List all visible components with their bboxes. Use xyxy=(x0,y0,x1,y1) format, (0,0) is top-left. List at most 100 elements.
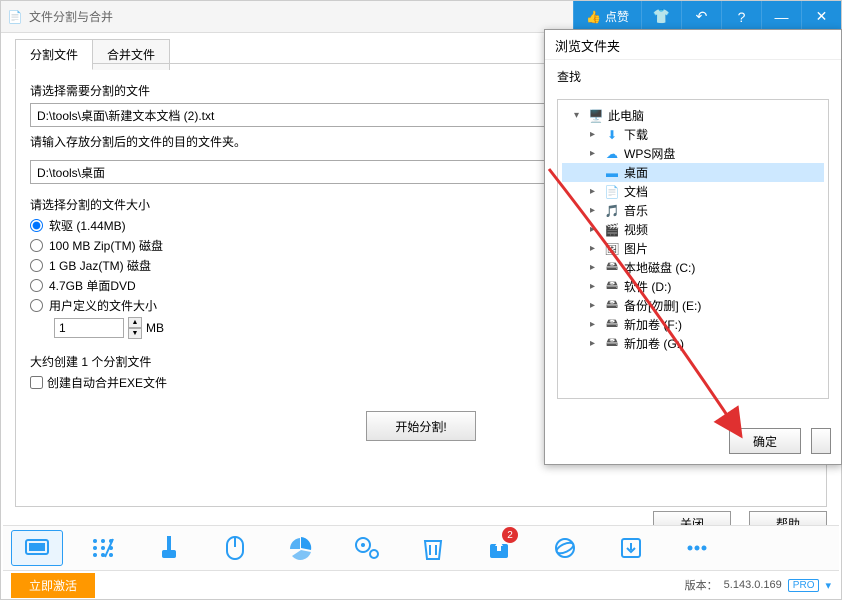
shirt-icon: 👕 xyxy=(653,8,670,25)
tree-item-label: 本地磁盘 (C:) xyxy=(624,259,695,276)
tree-item-label: 图片 xyxy=(624,240,648,257)
folder-type-icon: 🖴 xyxy=(604,279,620,295)
tree-item-label: 新加卷 (G:) xyxy=(624,335,684,352)
caret-icon: ▸ xyxy=(590,205,600,216)
folder-dialog-title: 浏览文件夹 xyxy=(545,30,841,60)
help-icon: ? xyxy=(738,9,746,25)
thumbs-up-icon: 👍 xyxy=(586,10,601,24)
caret-icon: ▸ xyxy=(590,281,600,292)
folder-ok-button[interactable]: 确定 xyxy=(729,428,801,454)
tree-item[interactable]: ▾ 🖥️此电脑 xyxy=(562,106,824,125)
tree-item[interactable]: ▸ 🎵音乐 xyxy=(562,201,824,220)
tree-item[interactable]: ▸ 🎬视频 xyxy=(562,220,824,239)
window-title: 文件分割与合并 xyxy=(29,8,113,25)
app-icon: 📄 xyxy=(7,9,23,25)
tree-item[interactable]: ▸ 🖴软件 (D:) xyxy=(562,277,824,296)
folder-type-icon: ▬ xyxy=(604,165,620,181)
pro-badge: PRO xyxy=(788,579,820,592)
tree-item[interactable]: ▸ ☁WPS网盘 xyxy=(562,144,824,163)
folder-type-icon: ⬇ xyxy=(604,127,620,143)
close-window-button[interactable]: ✕ xyxy=(801,1,841,33)
tree-item[interactable]: ▸ 🖴本地磁盘 (C:) xyxy=(562,258,824,277)
tree-item[interactable]: ▸ 🖼图片 xyxy=(562,239,824,258)
tree-item[interactable]: ▸📄文档 xyxy=(562,182,824,201)
folder-dialog-find-label: 查找 xyxy=(545,60,841,93)
help-titlebar-button[interactable]: ? xyxy=(721,1,761,33)
create-exe-checkbox[interactable] xyxy=(30,376,43,389)
folder-type-icon: ☁ xyxy=(604,146,620,162)
activate-button[interactable]: 立即激活 xyxy=(11,573,95,598)
tree-item-label: 新加卷 (F:) xyxy=(624,316,682,333)
folder-type-icon: 📄 xyxy=(604,184,620,200)
undo-icon: ↶ xyxy=(696,8,708,25)
appbar-gear-icon[interactable] xyxy=(341,530,393,566)
caret-icon: ▸ xyxy=(590,129,600,140)
tab-merge-label: 合并文件 xyxy=(107,48,155,62)
caret-icon: ▸ xyxy=(590,243,600,254)
folder-type-icon: 🖴 xyxy=(604,298,620,314)
footer: 立即激活 版本： 5.143.0.169 PRO ▾ xyxy=(1,571,841,599)
upload-badge: 2 xyxy=(502,527,518,543)
appbar-globe-icon[interactable] xyxy=(539,530,591,566)
size-unit: MB xyxy=(146,321,164,335)
like-button[interactable]: 👍 点赞 xyxy=(573,1,641,33)
folder-type-icon: 🖴 xyxy=(604,336,620,352)
caret-icon: ▸ xyxy=(590,338,600,349)
folder-type-icon: 🖴 xyxy=(604,260,620,276)
tree-item-label: 音乐 xyxy=(624,202,648,219)
tree-item-label: 文档 xyxy=(624,183,648,200)
folder-type-icon: 🎵 xyxy=(604,203,620,219)
caret-icon: ▸ xyxy=(590,262,600,273)
caret-icon: ▸ xyxy=(590,148,600,159)
tree-item-label: 桌面 xyxy=(624,164,648,181)
undo-button[interactable]: ↶ xyxy=(681,1,721,33)
appbar-brush-icon[interactable] xyxy=(143,530,195,566)
tree-item[interactable]: ▸ 🖴新加卷 (G:) xyxy=(562,334,824,353)
chevron-down-icon[interactable]: ▾ xyxy=(825,579,831,592)
tab-split[interactable]: 分割文件 xyxy=(15,39,93,70)
tree-item[interactable]: ▬桌面 xyxy=(562,163,824,182)
caret-icon: ▾ xyxy=(574,110,584,121)
tree-item[interactable]: ▸ 🖴新加卷 (F:) xyxy=(562,315,824,334)
start-split-button[interactable]: 开始分割! xyxy=(366,411,476,441)
folder-type-icon: 🎬 xyxy=(604,222,620,238)
close-icon: ✕ xyxy=(816,8,828,25)
appbar-upload-icon[interactable]: 2 xyxy=(473,530,525,566)
tree-item-label: 下载 xyxy=(624,126,648,143)
appbar-pie-icon[interactable] xyxy=(275,530,327,566)
version-value: 5.143.0.169 xyxy=(724,579,782,591)
folder-type-icon: 🖴 xyxy=(604,317,620,333)
tab-split-label: 分割文件 xyxy=(30,48,78,62)
tree-item-label: WPS网盘 xyxy=(624,145,675,162)
spin-down-icon[interactable]: ▼ xyxy=(128,328,142,339)
caret-icon: ▸ xyxy=(590,319,600,330)
spin-up-icon[interactable]: ▲ xyxy=(128,317,142,328)
version-label: 版本： xyxy=(685,577,718,593)
appbar-screen-icon[interactable] xyxy=(11,530,63,566)
folder-browser-dialog: 浏览文件夹 查找 ▾🖥️此电脑▸⬇下载▸☁WPS网盘▬桌面▸📄文档▸🎵音乐▸🎬视… xyxy=(544,29,842,465)
tree-item-label: 软件 (D:) xyxy=(624,278,671,295)
app-bar: 2 xyxy=(3,525,839,571)
shirt-button[interactable]: 👕 xyxy=(641,1,681,33)
caret-icon: ▸ xyxy=(590,224,600,235)
minimize-icon: — xyxy=(775,9,789,25)
create-exe-label: 创建自动合并EXE文件 xyxy=(47,374,167,391)
custom-size-input[interactable] xyxy=(54,318,124,338)
caret-icon: ▸ xyxy=(590,300,600,311)
folder-tree[interactable]: ▾🖥️此电脑▸⬇下载▸☁WPS网盘▬桌面▸📄文档▸🎵音乐▸🎬视频▸🖼图片▸🖴本地… xyxy=(557,99,829,399)
appbar-mouse-icon[interactable] xyxy=(209,530,261,566)
appbar-more-icon[interactable] xyxy=(671,530,723,566)
minimize-button[interactable]: — xyxy=(761,1,801,33)
tree-item[interactable]: ▸ ⬇下载 xyxy=(562,125,824,144)
folder-type-icon: 🖼 xyxy=(604,241,620,257)
appbar-download-icon[interactable] xyxy=(605,530,657,566)
folder-type-icon: 🖥️ xyxy=(588,108,604,124)
tree-item-label: 备份[勿删] (E:) xyxy=(624,297,701,314)
tree-item[interactable]: ▸ 🖴备份[勿删] (E:) xyxy=(562,296,824,315)
size-spinner[interactable]: ▲▼ xyxy=(128,317,142,339)
folder-cancel-button-clipped[interactable] xyxy=(811,428,831,454)
appbar-trash-icon[interactable] xyxy=(407,530,459,566)
tree-item-label: 此电脑 xyxy=(608,107,644,124)
tree-item-label: 视频 xyxy=(624,221,648,238)
appbar-grid-icon[interactable] xyxy=(77,530,129,566)
